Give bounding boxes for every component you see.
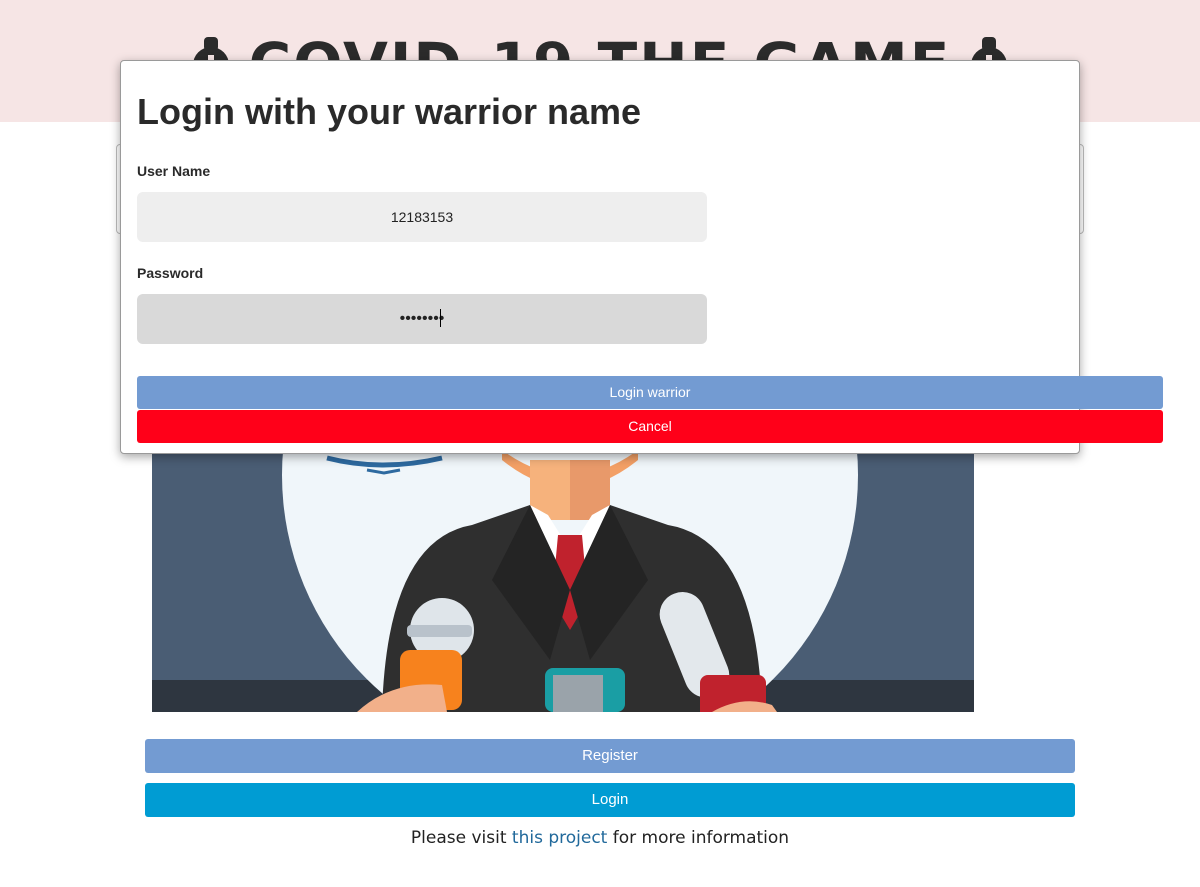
- password-input[interactable]: ••••••••: [137, 294, 707, 344]
- footer-prefix: Please visit: [410, 828, 512, 848]
- cancel-button[interactable]: Cancel: [137, 410, 1163, 443]
- footer-info: Please visit this project for more infor…: [0, 828, 1200, 848]
- footer-suffix: for more information: [607, 828, 790, 848]
- username-input[interactable]: [137, 192, 707, 242]
- project-link[interactable]: this project: [512, 828, 607, 848]
- login-button[interactable]: Login: [145, 783, 1075, 817]
- login-modal: Login with your warrior name User Name P…: [120, 60, 1163, 454]
- register-button[interactable]: Register: [145, 739, 1075, 773]
- password-value: ••••••••: [399, 310, 445, 327]
- password-label: Password: [137, 265, 204, 281]
- text-caret: [440, 309, 441, 327]
- username-label: User Name: [137, 163, 211, 179]
- login-warrior-button[interactable]: Login warrior: [137, 376, 1163, 409]
- modal-title: Login with your warrior name: [137, 91, 642, 132]
